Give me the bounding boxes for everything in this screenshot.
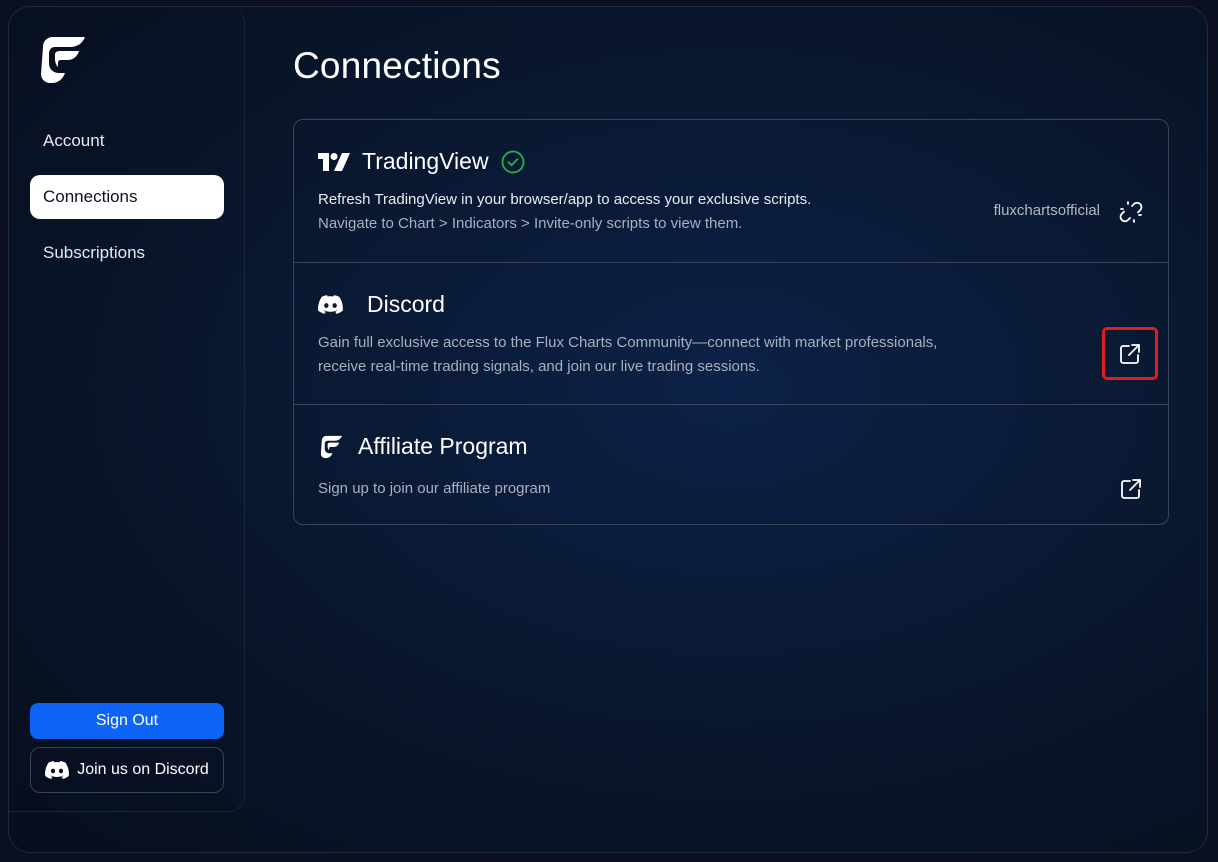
affiliate-external-link-button[interactable]: [1119, 477, 1143, 501]
sidebar-item-connections[interactable]: Connections: [30, 175, 224, 219]
connected-check-icon: [501, 150, 525, 174]
description-line: Sign up to join our affiliate program: [318, 480, 551, 497]
discord-external-link-button[interactable]: [1102, 327, 1158, 380]
sidebar-item-account[interactable]: Account: [30, 119, 224, 163]
connection-name: Affiliate Program: [358, 433, 528, 459]
sidebar-item-subscriptions[interactable]: Subscriptions: [30, 231, 224, 275]
connection-title: Affiliate Program: [318, 433, 528, 460]
sidebar: Account Connections Subscriptions Sign O…: [9, 7, 245, 812]
join-discord-label: Join us on Discord: [77, 761, 209, 778]
sidebar-item-label: Account: [43, 131, 105, 150]
connection-description: Refresh TradingView in your browser/app …: [318, 188, 811, 236]
connection-name: TradingView: [362, 148, 489, 174]
description-line: Navigate to Chart > Indicators > Invite-…: [318, 215, 743, 232]
discord-icon: [318, 295, 343, 314]
sidebar-item-label: Subscriptions: [43, 243, 146, 262]
flux-charts-icon: [318, 434, 344, 460]
tradingview-icon: [318, 152, 350, 171]
flux-charts-logo[interactable]: [35, 33, 89, 87]
sidebar-item-label: Connections: [43, 187, 138, 206]
join-discord-button[interactable]: Join us on Discord: [30, 747, 224, 793]
connection-title: TradingView: [318, 148, 525, 175]
description-line: Gain full exclusive access to the Flux C…: [318, 334, 938, 351]
connection-title: Discord: [318, 291, 445, 318]
page-title: Connections: [293, 45, 501, 86]
description-line: receive real-time trading signals, and j…: [318, 358, 760, 375]
connection-row-discord: Discord Gain full exclusive access to th…: [294, 262, 1168, 404]
connection-name: Discord: [367, 291, 445, 317]
connection-row-affiliate: Affiliate Program Sign up to join our af…: [294, 404, 1168, 524]
connection-row-tradingview: TradingView Refresh TradingView in your …: [294, 120, 1168, 262]
discord-icon: [45, 761, 70, 779]
connections-panel: TradingView Refresh TradingView in your …: [293, 119, 1169, 525]
description-line: Refresh TradingView in your browser/app …: [318, 191, 812, 208]
app-window: Account Connections Subscriptions Sign O…: [8, 6, 1208, 853]
external-link-icon: [1119, 477, 1143, 501]
sign-out-button[interactable]: Sign Out: [30, 703, 224, 739]
unlink-icon[interactable]: [1119, 200, 1143, 224]
connection-description: Sign up to join our affiliate program: [318, 477, 550, 501]
sign-out-label: Sign Out: [95, 712, 159, 729]
external-link-icon: [1118, 342, 1142, 366]
connection-description: Gain full exclusive access to the Flux C…: [318, 331, 937, 379]
tradingview-username: fluxchartsofficial: [993, 202, 1100, 219]
